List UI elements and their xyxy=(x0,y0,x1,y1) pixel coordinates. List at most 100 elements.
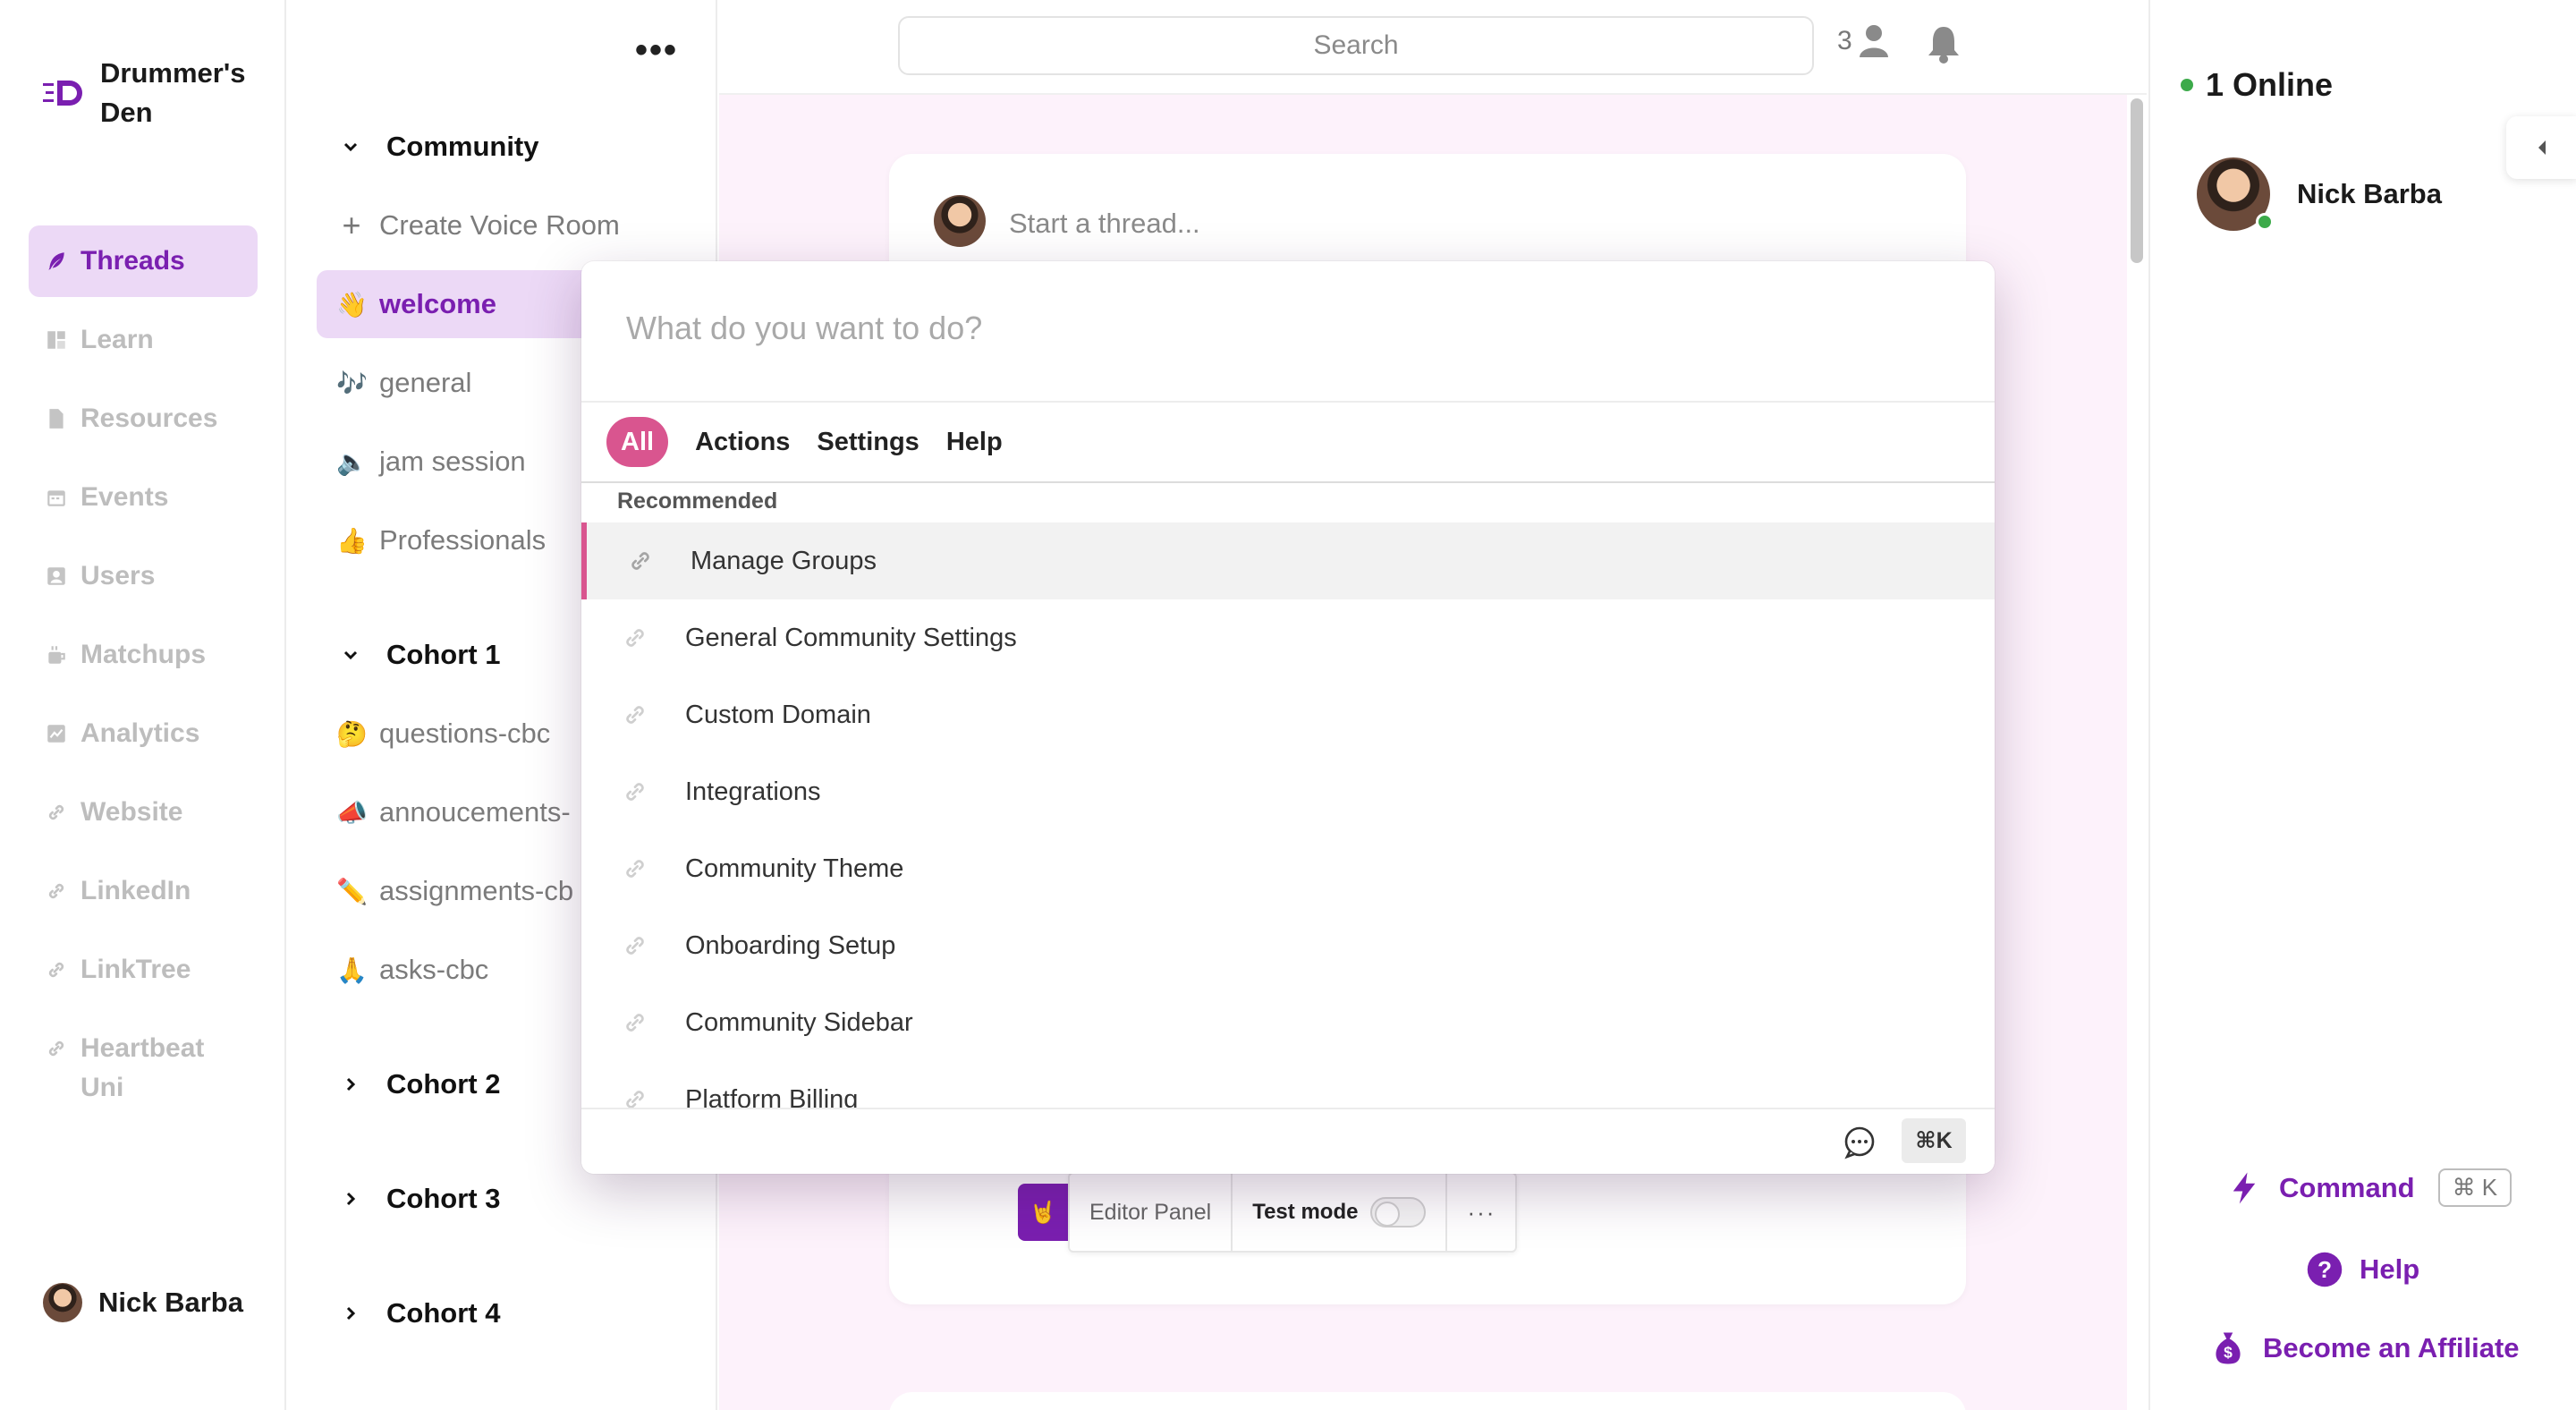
nav-label: Matchups xyxy=(80,640,207,669)
editor-toolbar: 🤘 Editor Panel Test mode ··· xyxy=(1018,1172,1518,1253)
calendar-icon xyxy=(45,486,68,509)
tab-help[interactable]: Help xyxy=(946,417,1003,467)
link-icon xyxy=(45,1037,68,1060)
link-icon xyxy=(631,552,649,570)
status-dot xyxy=(2256,213,2274,231)
channel-label: Professionals xyxy=(379,524,547,556)
collapse-panel-button[interactable] xyxy=(2506,116,2576,179)
nav-item-analytics[interactable]: Analytics xyxy=(29,698,258,769)
create-voice-room-button[interactable]: + Create Voice Room xyxy=(317,191,657,259)
tab-actions[interactable]: Actions xyxy=(695,417,790,467)
test-mode-label: Test mode xyxy=(1252,1200,1359,1224)
section-cohort-4[interactable]: Cohort 4 xyxy=(342,1297,500,1329)
link-icon xyxy=(45,958,68,981)
nav-item-linktree[interactable]: LinkTree xyxy=(29,934,258,1006)
nav-item-resources[interactable]: Resources xyxy=(29,383,258,454)
nav-item-users[interactable]: Users xyxy=(29,540,258,612)
thinking-face-icon: 🤔 xyxy=(336,719,368,748)
nav-label: Heartbeat Uni xyxy=(80,1033,205,1102)
avatar xyxy=(934,195,986,247)
search-input[interactable]: Search xyxy=(898,16,1814,75)
document-icon xyxy=(45,407,68,430)
become-affiliate-button[interactable]: $ Become an Affiliate xyxy=(2209,1329,2520,1367)
online-label: 1 Online xyxy=(2206,66,2334,103)
scrollbar[interactable] xyxy=(2127,95,2147,1410)
command-label: Manage Groups xyxy=(691,546,877,575)
scrollbar-thumb[interactable] xyxy=(2131,98,2143,263)
command-item[interactable]: Community Theme xyxy=(581,830,1995,907)
nav-item-heartbeat-uni[interactable]: Heartbeat Uni xyxy=(29,1013,258,1120)
shortcut-badge: ⌘K xyxy=(1902,1118,1966,1163)
bell-icon[interactable] xyxy=(1925,23,1962,64)
brand-logo-icon xyxy=(43,81,82,106)
palette-footer: ⌘K xyxy=(581,1108,1995,1174)
users-icon xyxy=(45,565,68,588)
folded-hands-icon: 🙏 xyxy=(336,956,368,984)
megaphone-icon: 📣 xyxy=(336,798,368,827)
start-thread-input[interactable]: Start a thread... xyxy=(1009,208,1200,240)
more-options-icon[interactable]: ••• xyxy=(635,30,678,71)
lightning-icon xyxy=(2233,1172,2256,1203)
toggle-switch[interactable] xyxy=(1370,1197,1427,1227)
command-item[interactable]: Custom Domain xyxy=(581,676,1995,753)
section-cohort-2[interactable]: Cohort 2 xyxy=(342,1068,500,1100)
nav-label: Users xyxy=(80,561,156,590)
help-button[interactable]: ? Help xyxy=(2306,1251,2419,1288)
speaker-icon: 🔈 xyxy=(336,447,368,476)
command-item[interactable]: Integrations xyxy=(581,753,1995,830)
chat-bubble-icon[interactable] xyxy=(1843,1125,1877,1159)
section-cohort-3[interactable]: Cohort 3 xyxy=(342,1183,500,1215)
nav-item-linkedin[interactable]: LinkedIn xyxy=(29,855,258,927)
command-item[interactable]: Community Sidebar xyxy=(581,984,1995,1061)
brand-name: Drummer's Den xyxy=(100,57,246,128)
more-options-icon[interactable]: ··· xyxy=(1447,1172,1515,1253)
plus-icon: + xyxy=(342,207,361,243)
test-mode-toggle[interactable]: Test mode xyxy=(1233,1172,1448,1253)
channel-label: asks-cbc xyxy=(379,954,489,985)
caret-left-icon xyxy=(2538,140,2546,155)
tab-settings[interactable]: Settings xyxy=(817,417,919,467)
tab-all[interactable]: All xyxy=(606,417,669,467)
command-label: Community Sidebar xyxy=(685,1007,913,1037)
link-icon xyxy=(45,801,68,824)
section-title: Cohort 4 xyxy=(386,1297,501,1329)
nav-label: Learn xyxy=(80,325,154,354)
help-label: Help xyxy=(2360,1253,2420,1285)
chevron-right-icon xyxy=(346,1192,356,1206)
nav-item-learn[interactable]: Learn xyxy=(29,304,258,376)
nav-item-events[interactable]: Events xyxy=(29,462,258,533)
member-count[interactable]: 3 xyxy=(1837,23,1890,59)
online-header: 1 Online xyxy=(2181,66,2333,104)
nav-item-matchups[interactable]: Matchups xyxy=(29,619,258,691)
command-item[interactable]: General Community Settings xyxy=(581,599,1995,676)
nav-item-website[interactable]: Website xyxy=(29,777,258,848)
command-input[interactable]: What do you want to do? xyxy=(626,310,982,347)
nav-label: Website xyxy=(80,797,183,827)
section-title: Cohort 3 xyxy=(386,1183,501,1214)
palette-tabs: All Actions Settings Help xyxy=(606,417,1003,467)
online-member[interactable]: Nick Barba xyxy=(2197,157,2442,231)
command-item[interactable]: Onboarding Setup xyxy=(581,907,1995,984)
command-button[interactable]: Command ⌘ K xyxy=(2225,1168,2512,1207)
brand[interactable]: Drummer's Den xyxy=(43,54,270,132)
chevron-down-icon xyxy=(343,650,358,660)
rock-hand-icon[interactable]: 🤘 xyxy=(1018,1184,1068,1241)
divider xyxy=(581,401,1995,403)
chevron-right-icon xyxy=(346,1306,356,1321)
command-label: Integrations xyxy=(685,777,821,806)
nav-label: LinkedIn xyxy=(80,876,191,905)
editor-panel-button[interactable]: Editor Panel xyxy=(1070,1172,1233,1253)
current-user[interactable]: Nick Barba xyxy=(43,1283,243,1322)
command-label: Command xyxy=(2279,1171,2415,1203)
section-cohort-1[interactable]: Cohort 1 xyxy=(342,639,500,671)
command-item[interactable]: Manage Groups xyxy=(581,522,1995,599)
user-icon xyxy=(1859,25,1888,57)
chart-icon xyxy=(45,722,68,745)
thumbs-up-icon: 👍 xyxy=(336,526,368,555)
svg-text:?: ? xyxy=(2318,1256,2332,1283)
coffee-icon xyxy=(45,643,68,667)
nav-item-threads[interactable]: Threads xyxy=(29,225,258,297)
section-community[interactable]: Community xyxy=(342,131,539,163)
link-icon xyxy=(45,879,68,903)
channel-label: Create Voice Room xyxy=(379,209,620,241)
